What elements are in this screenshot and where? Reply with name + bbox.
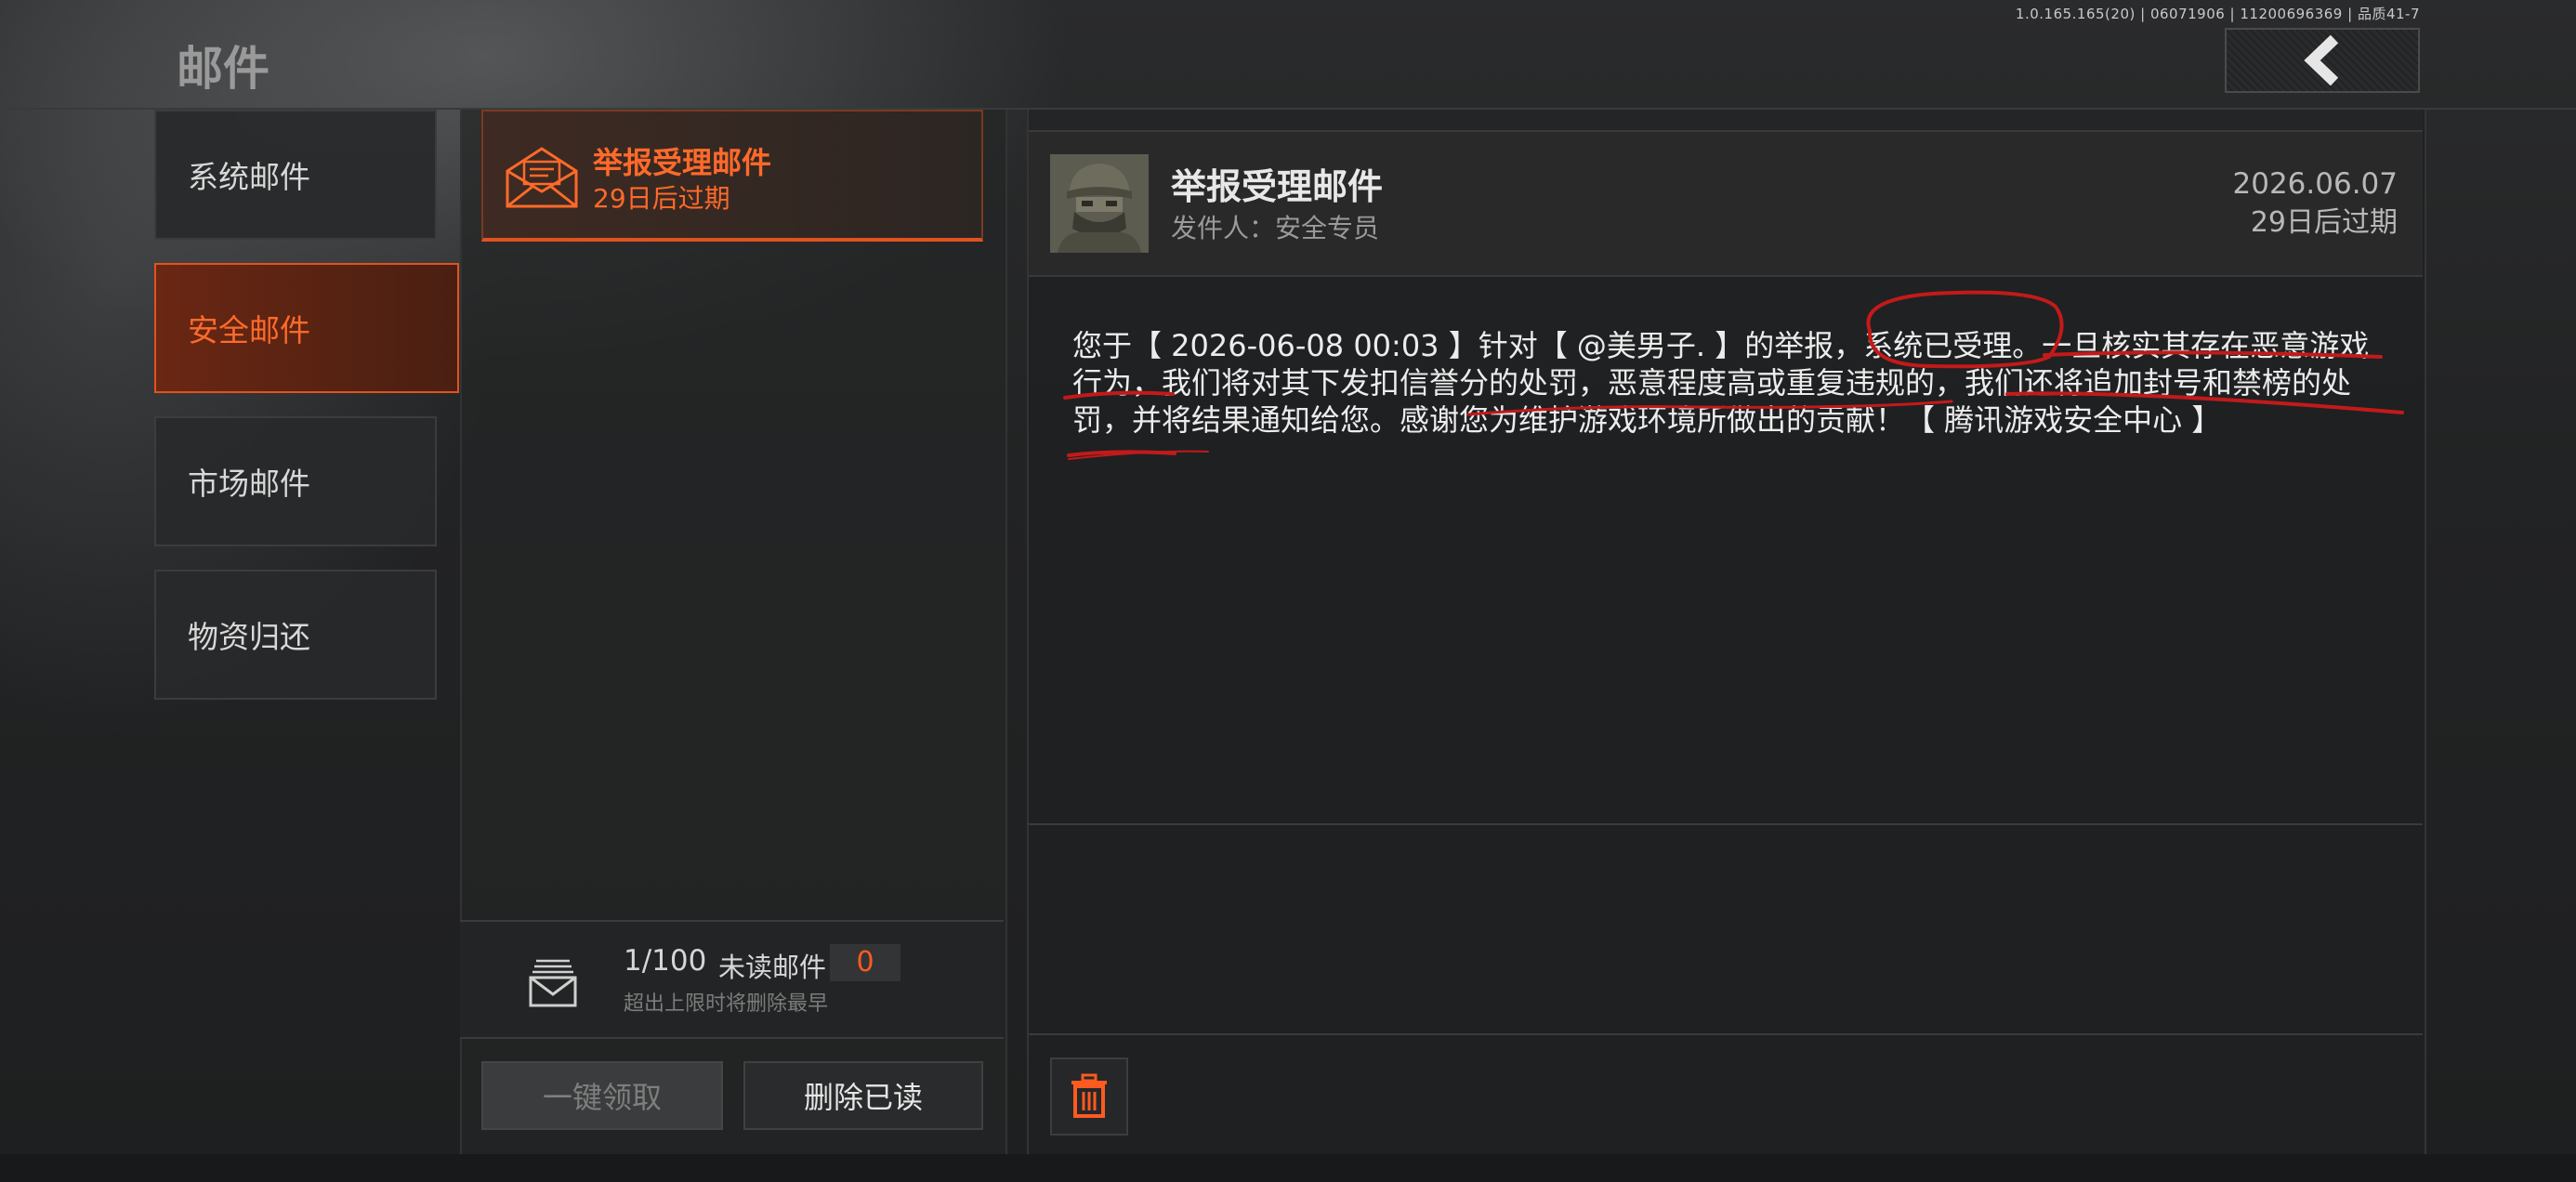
sidebar-item-item-return[interactable]: 物资归还 xyxy=(154,570,437,700)
page-title: 邮件 xyxy=(177,42,269,96)
mail-sender: 发件人：安全专员 xyxy=(1171,213,1380,243)
soldier-avatar-icon xyxy=(1050,154,1149,253)
sidebar-item-market-mail[interactable]: 市场邮件 xyxy=(154,416,437,546)
version-text: 1.0.165.165(20) | 06071906 | 11200696369… xyxy=(2015,6,2420,22)
bottom-bar xyxy=(0,1154,2576,1182)
mail-list-item[interactable]: 举报受理邮件 29日后过期 xyxy=(481,110,983,242)
sidebar-item-security-mail[interactable]: 安全邮件 xyxy=(154,263,459,393)
mail-count: 1/100 xyxy=(624,944,707,978)
envelope-icon xyxy=(506,147,578,208)
delete-read-button[interactable]: 删除已读 xyxy=(743,1061,983,1130)
detail-top-strip xyxy=(1029,110,2423,132)
back-arrow-icon xyxy=(2304,35,2339,85)
footer-divider xyxy=(1029,1033,2423,1035)
unread-label: 未读邮件 xyxy=(718,952,827,983)
unread-count-badge: 0 xyxy=(830,944,900,981)
mail-screen: 1.0.165.165(20) | 06071906 | 11200696369… xyxy=(0,0,2576,1182)
sender-avatar xyxy=(1050,154,1149,253)
sidebar-item-label: 安全邮件 xyxy=(188,312,310,348)
mail-item-title: 举报受理邮件 xyxy=(593,145,772,180)
mail-detail-expire: 29日后过期 xyxy=(2250,206,2398,239)
mail-detail-title: 举报受理邮件 xyxy=(1171,166,1384,207)
mail-item-expire: 29日后过期 xyxy=(593,183,730,214)
trash-icon xyxy=(1071,1073,1107,1118)
back-button[interactable] xyxy=(2225,28,2420,93)
sidebar-item-label: 系统邮件 xyxy=(188,159,310,195)
sidebar-item-label: 市场邮件 xyxy=(188,466,310,502)
mail-count-panel: 1/100 未读邮件 0 超出上限时将删除最早 xyxy=(460,920,1004,1039)
mail-stack-icon xyxy=(529,959,577,1007)
sidebar-item-system-mail[interactable]: 系统邮件 xyxy=(154,110,437,240)
mail-date: 2026.06.07 xyxy=(2232,167,2399,201)
limit-note: 超出上限时将删除最早 xyxy=(624,992,829,1016)
sidebar-item-label: 物资归还 xyxy=(188,619,310,655)
delete-mail-button[interactable] xyxy=(1050,1057,1128,1136)
claim-all-button[interactable]: 一键领取 xyxy=(481,1061,723,1130)
mail-body: 您于【 2026-06-08 00:03 】针对【 @美男子. 】的举报，系统已… xyxy=(1072,328,2370,438)
body-divider xyxy=(1029,823,2423,825)
